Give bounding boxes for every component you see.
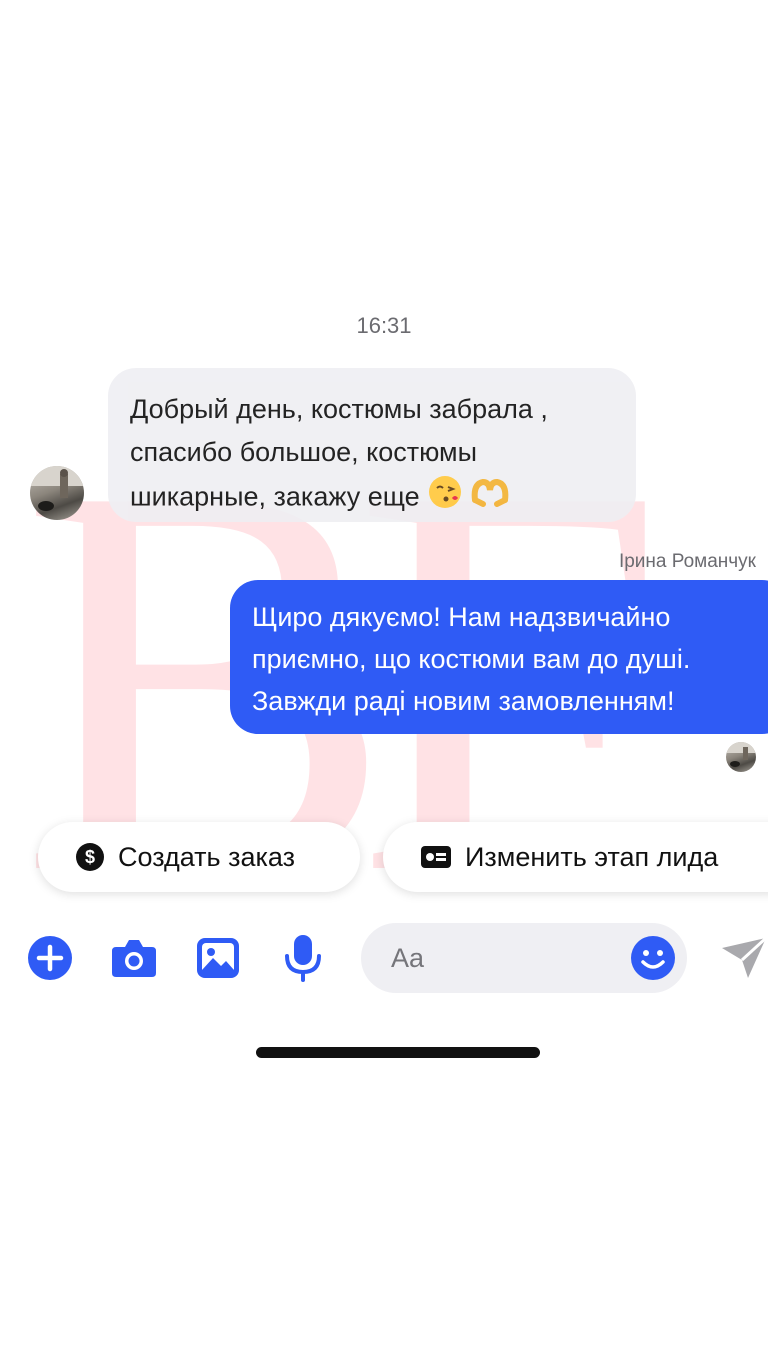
svg-text:$: $ (85, 847, 95, 867)
change-lead-stage-label: Изменить этап лида (465, 841, 719, 872)
incoming-message-line: шикарные, закажу еще (130, 474, 614, 523)
heart-hands-emoji (471, 474, 509, 523)
message-timestamp: 16:31 (356, 313, 412, 338)
contact-avatar[interactable] (30, 466, 84, 520)
id-card-icon (421, 846, 451, 868)
sender-name: Ірина Романчук (618, 551, 756, 572)
kissing-face-emoji (427, 474, 463, 523)
send-icon[interactable] (718, 934, 768, 982)
message-input-placeholder: Aa (391, 942, 425, 973)
outgoing-message-bubble[interactable]: Щиро дякуємо! Нам надзвичайно приємно, щ… (230, 580, 768, 734)
change-lead-stage-button[interactable]: Изменить этап лида (383, 822, 768, 892)
outgoing-message-line: приємно, що костюми вам до душі. (252, 644, 691, 674)
avatar-photo-icon (30, 466, 84, 511)
message-input[interactable]: Aa (361, 923, 687, 993)
dollar-icon: $ (76, 843, 104, 871)
home-indicator[interactable] (256, 1047, 540, 1058)
incoming-message-text: шикарные, закажу еще (130, 481, 420, 512)
create-order-button[interactable]: $ Создать заказ (38, 822, 360, 892)
incoming-message-line: спасибо большое, костюмы (130, 437, 478, 467)
plus-icon[interactable] (26, 934, 74, 982)
create-order-label: Создать заказ (118, 841, 296, 872)
gallery-icon[interactable] (194, 934, 242, 982)
camera-icon[interactable] (110, 934, 158, 982)
incoming-message-bubble[interactable]: Добрый день, костюмы забрала , спасибо б… (108, 368, 636, 522)
emoji-icon[interactable] (631, 936, 675, 987)
incoming-message-line: Добрый день, костюмы забрала , (130, 394, 548, 424)
read-receipt-avatar (726, 742, 756, 772)
microphone-icon[interactable] (279, 934, 327, 982)
outgoing-message-line: Завжди раді новим замовленням! (252, 686, 675, 716)
avatar-photo-icon (726, 742, 756, 767)
outgoing-message-line: Щиро дякуємо! Нам надзвичайно (252, 602, 671, 632)
